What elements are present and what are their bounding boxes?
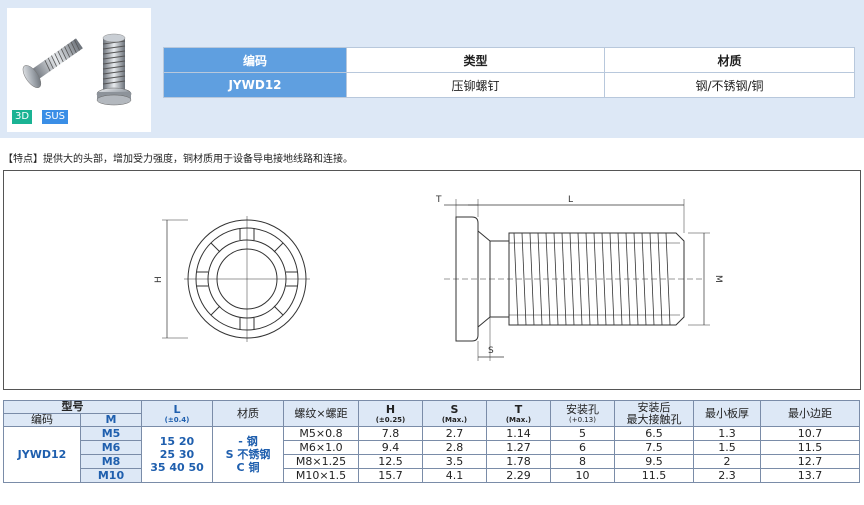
spec-code: JYWD12	[3, 426, 81, 483]
h-code: 编码	[3, 413, 81, 427]
badge-sus[interactable]: SUS	[42, 110, 69, 124]
dim-l-label: L	[568, 195, 573, 205]
feature-text: 【特点】提供大的头部，增加受力强度，铜材质用于设备导电接地线路和连接。	[3, 154, 353, 165]
spec-table: 型号 L (±0.4) 材质 螺纹×螺距 H (±0.25) S (Max.) …	[3, 400, 860, 483]
material-header: 材质	[604, 47, 855, 73]
row-after: 6.5	[614, 426, 694, 441]
h-edge: 最小边距	[760, 400, 860, 427]
row-edge: 10.7	[760, 426, 860, 441]
row-hole: 5	[550, 426, 615, 441]
row-h: 15.7	[358, 468, 423, 483]
row-edge: 11.5	[760, 440, 860, 455]
h-t: T	[514, 402, 523, 416]
material-2: S 不锈钢	[225, 448, 271, 461]
h-s: S	[450, 402, 459, 416]
h-material: 材质	[212, 400, 284, 427]
h-l-tol: (±0.4)	[164, 415, 190, 424]
row-thread: M8×1.25	[283, 454, 359, 469]
row-thread: M5×0.8	[283, 426, 359, 441]
row-t: 1.27	[486, 440, 551, 455]
type-value: 压铆螺钉	[346, 72, 605, 98]
material-value: 钢/不锈钢/铜	[604, 72, 855, 98]
row-m: M8	[80, 454, 142, 469]
l-values-3: 35 40 50	[150, 461, 204, 474]
material-1: - 钢	[238, 435, 258, 448]
badge-3d[interactable]: 3D	[12, 110, 33, 124]
row-t: 2.29	[486, 468, 551, 483]
code-value: JYWD12	[163, 72, 347, 98]
row-after: 7.5	[614, 440, 694, 455]
row-plate: 2	[693, 454, 761, 469]
row-hole: 6	[550, 440, 615, 455]
row-h: 9.4	[358, 440, 423, 455]
row-h: 7.8	[358, 426, 423, 441]
h-l: L	[173, 402, 181, 416]
row-s: 4.1	[422, 468, 487, 483]
dim-h-label: H	[154, 276, 164, 283]
h-m: M	[80, 413, 142, 427]
h-after-1: 安装后	[637, 400, 671, 414]
dim-s-label: S	[488, 346, 494, 356]
dim-m-label: M	[713, 275, 723, 283]
row-m: M5	[80, 426, 142, 441]
row-plate: 1.3	[693, 426, 761, 441]
row-hole: 10	[550, 468, 615, 483]
h-thread: 螺纹×螺距	[283, 400, 359, 427]
h-after-2: 最大接触孔	[626, 412, 682, 426]
row-s: 2.8	[422, 440, 487, 455]
row-h: 12.5	[358, 454, 423, 469]
h-model: 型号	[3, 400, 142, 414]
row-after: 11.5	[614, 468, 694, 483]
l-values-1: 15 20	[159, 435, 195, 448]
h-t-tol: (Max.)	[505, 415, 532, 424]
row-plate: 1.5	[693, 440, 761, 455]
row-after: 9.5	[614, 454, 694, 469]
row-s: 3.5	[422, 454, 487, 469]
code-header: 编码	[163, 47, 347, 73]
row-t: 1.14	[486, 426, 551, 441]
row-thread: M6×1.0	[283, 440, 359, 455]
screw-drawing-icon: H T L M S	[154, 195, 723, 361]
dim-t-label: T	[435, 195, 442, 205]
row-m: M6	[80, 440, 142, 455]
technical-drawing: H T L M S	[3, 170, 861, 390]
code-table: 编码 类型 材质 JYWD12 压铆螺钉 钢/不锈钢/铜	[163, 47, 855, 98]
row-edge: 13.7	[760, 468, 860, 483]
h-s-tol: (Max.)	[441, 415, 468, 424]
h-hole: 安装孔	[566, 402, 599, 416]
type-header: 类型	[346, 47, 605, 73]
row-t: 1.78	[486, 454, 551, 469]
row-s: 2.7	[422, 426, 487, 441]
h-hole-tol: (+0.13)	[569, 415, 596, 424]
row-thread: M10×1.5	[283, 468, 359, 483]
h-plate: 最小板厚	[693, 400, 761, 427]
row-plate: 2.3	[693, 468, 761, 483]
row-m: M10	[80, 468, 142, 483]
h-h: H	[385, 402, 396, 416]
material-3: C 铜	[236, 461, 260, 474]
l-values-2: 25 30	[159, 448, 195, 461]
h-h-tol: (±0.25)	[375, 415, 406, 424]
row-hole: 8	[550, 454, 615, 469]
row-edge: 12.7	[760, 454, 860, 469]
